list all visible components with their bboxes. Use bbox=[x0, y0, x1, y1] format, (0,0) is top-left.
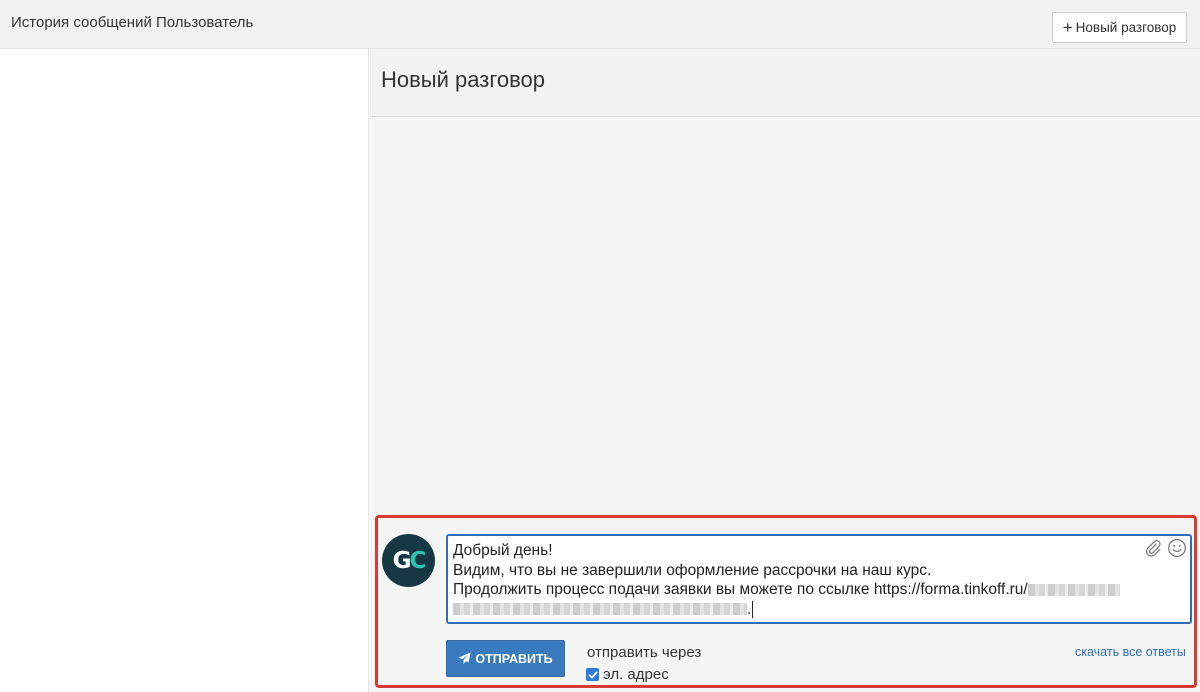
send-button[interactable]: ОТПРАВИТЬ bbox=[446, 640, 565, 677]
avatar-letter-g: G bbox=[392, 547, 412, 574]
new-conversation-label: Новый разговор bbox=[1075, 20, 1177, 35]
email-channel-label: эл. адрес bbox=[603, 666, 669, 683]
redacted-text bbox=[1027, 583, 1120, 596]
paper-plane-icon bbox=[458, 652, 471, 665]
email-channel-checkbox[interactable] bbox=[586, 668, 599, 681]
text-cursor bbox=[752, 600, 754, 618]
avatar-letter-c: C bbox=[409, 547, 427, 574]
message-line: Добрый день! bbox=[453, 542, 553, 559]
page-title: История сообщений Пользователь bbox=[11, 14, 254, 31]
conversation-header: Новый разговор bbox=[370, 49, 1200, 117]
conversation-list-sidebar bbox=[0, 49, 369, 692]
smiley-icon[interactable] bbox=[1167, 538, 1187, 558]
message-line: . bbox=[453, 600, 1130, 620]
checkmark-icon bbox=[588, 671, 597, 678]
email-channel-option[interactable]: эл. адрес bbox=[586, 666, 669, 683]
paperclip-icon[interactable] bbox=[1144, 539, 1162, 557]
message-line: Продолжить процесс подачи заявки вы може… bbox=[453, 580, 1130, 600]
send-button-label: ОТПРАВИТЬ bbox=[475, 651, 553, 666]
conversation-title: Новый разговор bbox=[381, 67, 546, 92]
new-conversation-button[interactable]: + Новый разговор bbox=[1052, 12, 1187, 43]
send-via-label: отправить через bbox=[587, 644, 702, 661]
message-editor[interactable]: Добрый день! Видим, что вы не завершили … bbox=[446, 534, 1192, 624]
avatar: GC bbox=[382, 534, 435, 587]
message-line-text: Продолжить процесс подачи заявки вы може… bbox=[453, 581, 1028, 598]
trailing-dot: . bbox=[747, 600, 752, 618]
redacted-text bbox=[453, 603, 747, 616]
message-line: Видим, что вы не завершили оформление ра… bbox=[453, 561, 932, 579]
download-all-replies-link[interactable]: скачать все ответы bbox=[1075, 645, 1186, 659]
plus-icon: + bbox=[1062, 17, 1073, 37]
message-area bbox=[370, 117, 1200, 512]
top-bar: История сообщений Пользователь + Новый р… bbox=[0, 0, 1200, 49]
